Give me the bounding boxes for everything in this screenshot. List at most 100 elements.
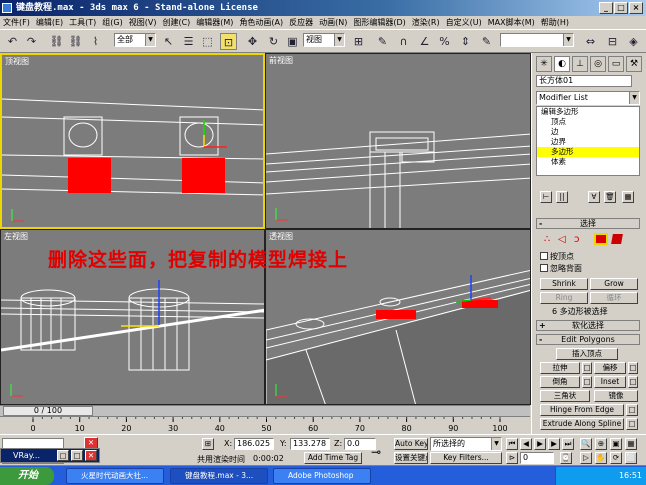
modifier-list-dropdown[interactable]: Modifier List ▼	[536, 91, 640, 105]
undo-icon[interactable]: ↶	[4, 33, 21, 50]
time-config-icon[interactable]: ⌚	[560, 452, 572, 464]
viewport-top[interactable]: 顶视图	[0, 53, 265, 229]
extrude-along-spline-button[interactable]: Extrude Along Spline	[540, 418, 624, 430]
selection-filter-dropdown[interactable]: 全部 ▼	[114, 33, 156, 47]
outline-button[interactable]: 偏移	[594, 362, 626, 374]
remove-modifier-icon[interactable]: 🗑	[604, 191, 616, 203]
current-frame-field[interactable]: 0	[520, 452, 554, 464]
prev-frame-icon[interactable]: ◀	[520, 438, 532, 450]
named-selection-dropdown[interactable]: ▼	[500, 33, 574, 47]
stack-item-edge[interactable]: 边	[537, 127, 639, 137]
soft-selection-rollout-header[interactable]: + 软化选择	[536, 320, 640, 331]
vray-close-icon[interactable]: ✕	[85, 450, 97, 461]
ignore-backfacing-checkbox[interactable]: 忽略背面	[540, 263, 582, 274]
motion-tab-icon[interactable]: ◎	[590, 56, 606, 72]
configure-sets-icon[interactable]: ▦	[622, 191, 634, 203]
viewport-front[interactable]: 前视图	[265, 53, 531, 229]
selection-region-icon[interactable]: ⬚	[199, 33, 216, 50]
insert-vertex-button[interactable]: 插入顶点	[556, 348, 618, 360]
by-vertex-checkbox[interactable]: 按顶点	[540, 251, 574, 262]
stack-item-polygon[interactable]: 多边形	[537, 147, 639, 157]
element-mode-icon[interactable]	[611, 234, 623, 244]
move-icon[interactable]: ✥	[244, 33, 261, 50]
play-icon[interactable]: ▶	[534, 438, 546, 450]
extrude-spline-settings-button[interactable]: □	[626, 418, 638, 430]
minimize-button[interactable]: _	[599, 2, 613, 14]
flip-button[interactable]: 镜像	[594, 390, 638, 402]
outline-settings-button[interactable]: □	[628, 362, 638, 374]
hinge-settings-button[interactable]: □	[626, 404, 638, 416]
extrude-settings-button[interactable]: □	[582, 362, 592, 374]
menu-item-12[interactable]: 自定义(U)	[443, 16, 485, 29]
window-crossing-icon[interactable]: ⊡	[220, 33, 237, 50]
menu-item-9[interactable]: 动画(N)	[316, 16, 350, 29]
stack-item-element[interactable]: 体素	[537, 157, 639, 167]
edit-polygons-rollout-header[interactable]: - Edit Polygons	[536, 334, 640, 345]
grow-button[interactable]: Grow	[590, 278, 638, 290]
unlink-icon[interactable]: ⛓	[67, 33, 84, 50]
auto-key-button[interactable]: Auto Key	[394, 438, 428, 450]
edge-mode-icon[interactable]: ◁	[558, 234, 566, 245]
menu-item-8[interactable]: 反应器	[286, 16, 316, 29]
modifier-stack[interactable]: 编辑多边形 顶点 边 边界 多边形 体素	[536, 106, 640, 176]
menu-item-0[interactable]: 文件(F)	[0, 16, 33, 29]
triangulate-button[interactable]: 三角状	[540, 390, 590, 402]
time-slider-thumb[interactable]: 0 / 100	[3, 406, 93, 416]
zoom-extents-all-icon[interactable]: ▦	[625, 438, 637, 450]
select-manipulate-icon[interactable]: ✎	[374, 33, 391, 50]
vray-toolbar[interactable]: VRay... ▢ □ ✕	[0, 448, 100, 463]
ring-button[interactable]: Ring	[540, 292, 588, 304]
create-tab-icon[interactable]: ✳	[536, 56, 552, 72]
track-bar[interactable]: 0 10 20 30 40 50 60 70 80 90 100	[0, 416, 530, 434]
snap-icon[interactable]: ∩	[395, 33, 412, 50]
absolute-mode-icon[interactable]: ⊞	[202, 438, 214, 450]
layer-icon[interactable]: ◈	[625, 33, 642, 50]
start-button[interactable]: 开始	[0, 467, 54, 485]
menu-item-2[interactable]: 工具(T)	[66, 16, 99, 29]
time-slider[interactable]: 0 / 100	[0, 405, 530, 416]
maximize-viewport-icon[interactable]: ⬜	[625, 452, 637, 464]
vray-maximize-icon[interactable]: □	[71, 450, 83, 461]
taskbar-item-browser[interactable]: 火星时代动画大社...	[66, 468, 164, 484]
menu-item-13[interactable]: MAX脚本(M)	[485, 16, 538, 29]
bind-space-warp-icon[interactable]: ⌇	[87, 33, 104, 50]
polygon-mode-icon[interactable]	[594, 233, 608, 245]
zoom-all-icon[interactable]: ⊕	[595, 438, 607, 450]
menu-item-10[interactable]: 图形编辑器(D)	[350, 16, 408, 29]
inset-button[interactable]: Inset	[594, 376, 626, 388]
pivot-icon[interactable]: ⊞	[350, 33, 367, 50]
set-key-button[interactable]: 设置关键点	[394, 452, 428, 464]
reference-coord-dropdown[interactable]: 视图 ▼	[303, 33, 345, 47]
loop-button[interactable]: 循环	[590, 292, 638, 304]
next-frame-icon[interactable]: ▶	[548, 438, 560, 450]
selection-rollout-header[interactable]: - 选择	[536, 218, 640, 229]
arc-rotate-icon[interactable]: ⟳	[610, 452, 622, 464]
y-coord-field[interactable]: 133.278	[290, 438, 330, 450]
menu-item-4[interactable]: 视图(V)	[126, 16, 160, 29]
menu-item-7[interactable]: 角色动画(A)	[236, 16, 286, 29]
maximize-button[interactable]: □	[614, 2, 628, 14]
display-tab-icon[interactable]: ▭	[608, 56, 624, 72]
key-filters-button[interactable]: Key Filters...	[430, 452, 502, 464]
show-end-result-icon[interactable]: ||	[556, 191, 568, 203]
key-mode-icon[interactable]: ⊳	[506, 452, 518, 464]
vertex-mode-icon[interactable]: ∴	[544, 234, 550, 245]
taskbar-item-photoshop[interactable]: Adobe Photoshop	[273, 468, 371, 484]
spinner-snap-icon[interactable]: ⇕	[457, 33, 474, 50]
named-selection-icon[interactable]: ✎	[478, 33, 495, 50]
hinge-from-edge-button[interactable]: Hinge From Edge	[540, 404, 624, 416]
hierarchy-tab-icon[interactable]: ⊥	[572, 56, 588, 72]
angle-snap-icon[interactable]: ∠	[416, 33, 433, 50]
goto-end-icon[interactable]: ⏭	[562, 438, 574, 450]
shrink-button[interactable]: Shrink	[540, 278, 588, 290]
object-name-field[interactable]: 长方体01	[536, 75, 632, 87]
close-button[interactable]: ×	[629, 2, 643, 14]
modify-tab-icon[interactable]: ◐	[554, 56, 570, 72]
menu-item-3[interactable]: 组(G)	[99, 16, 125, 29]
add-time-tag-button[interactable]: Add Time Tag	[304, 452, 362, 464]
border-mode-icon[interactable]: ↄ	[574, 234, 580, 245]
pan-icon[interactable]: ✋	[595, 452, 607, 464]
make-unique-icon[interactable]: ∀	[588, 191, 600, 203]
mirror-icon[interactable]: ⇔	[582, 33, 599, 50]
menu-item-5[interactable]: 创建(C)	[159, 16, 193, 29]
